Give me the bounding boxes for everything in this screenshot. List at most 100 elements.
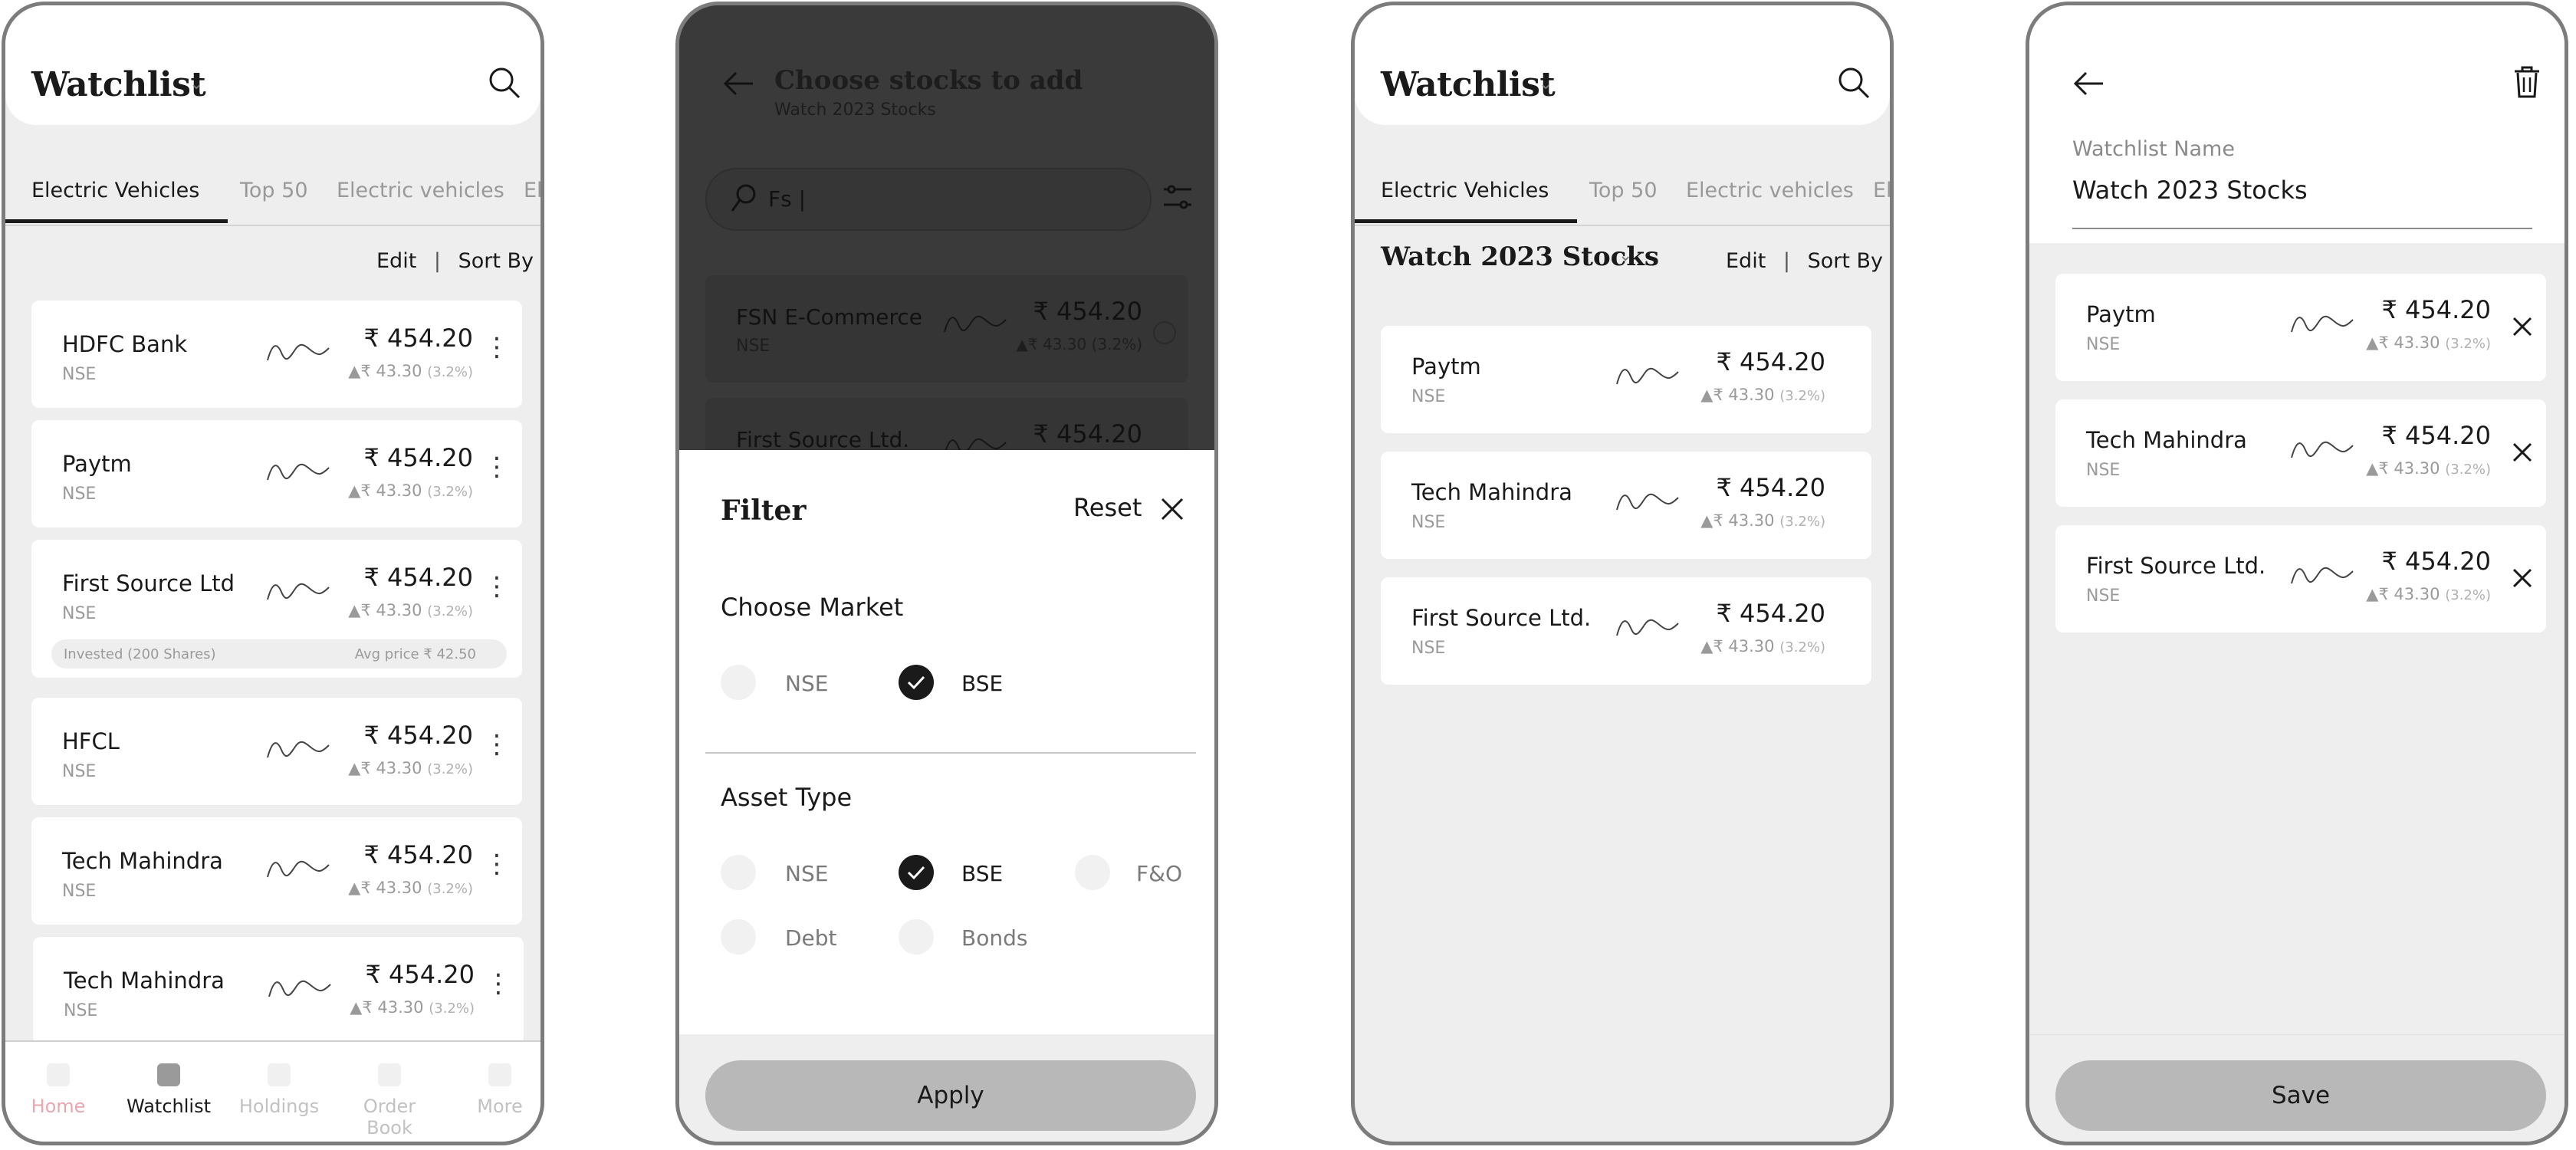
stock-change: ▲₹ 43.30 (3.2%) [1017,335,1143,353]
change-pct: (3.2%) [427,881,473,897]
edit-button[interactable]: Edit [1726,249,1766,273]
tab-indicator [5,219,228,223]
stock-name: FSN E-Commerce [736,304,923,330]
search-icon[interactable] [487,65,522,100]
tab-ele[interactable]: Ele [1873,179,1890,202]
sparkline-icon [268,980,331,997]
watchlist-icon [157,1063,180,1086]
radio-asset-bonds[interactable] [899,919,934,955]
sparkline-icon [267,860,330,878]
stock-exchange: NSE [62,485,97,504]
stock-change: ▲₹ 43.30 (3.2%) [348,759,473,777]
more-options-icon[interactable]: ⋮ [484,454,510,480]
stock-card[interactable]: Paytm NSE ₹ 454.20 ▲₹ 43.30 (3.2%) [1381,326,1871,433]
header: Watchlist ⌄ [5,5,540,125]
home-icon [47,1063,70,1086]
stock-card[interactable]: Tech Mahindra NSE ₹ 454.20 ▲₹ 43.30 (3.2… [33,937,524,1044]
watchlist-name[interactable]: Watch 2023 Stocks [1381,242,1659,272]
tab-electric-vehicles[interactable]: Electric Vehicles [1381,179,1549,202]
change-value: ▲₹ 43.30 [1700,386,1775,404]
chevron-down-icon[interactable]: ⌄ [1539,74,1552,94]
separator: | [1783,249,1790,273]
watchlist-name-field[interactable]: Watch 2023 Stocks [2072,176,2308,205]
remove-icon[interactable] [2512,568,2532,588]
sparkline-icon [267,343,330,361]
stock-name: Tech Mahindra [1411,479,1572,505]
remove-icon[interactable] [2512,442,2532,462]
change-value: ▲₹ 43.30 [2366,585,2440,603]
asset-heading: Asset Type [721,783,853,812]
radio-asset-nse[interactable] [721,855,756,890]
nav-holdings[interactable]: Holdings [229,1063,329,1117]
stock-change: ▲₹ 43.30 (3.2%) [348,362,473,380]
reset-button[interactable]: Reset [1073,493,1142,522]
tab-ele[interactable]: Ele [524,179,540,202]
more-options-icon[interactable]: ⋮ [485,971,511,997]
phone-filter: Choose stocks to add Watch 2023 Stocks F… [675,2,1218,1145]
stock-card[interactable]: Tech Mahindra NSE ₹ 454.20 ▲₹ 43.30 (3.2… [31,817,522,925]
nav-home[interactable]: Home [8,1063,108,1117]
stock-price: ₹ 454.20 [365,960,475,989]
stock-price: ₹ 454.20 [363,840,474,869]
stock-card[interactable]: HFCL NSE ₹ 454.20 ▲₹ 43.30 (3.2%) ⋮ [31,698,522,805]
nav-watchlist[interactable]: Watchlist [119,1063,219,1117]
back-arrow-icon[interactable] [2072,70,2106,97]
stock-card[interactable]: Tech Mahindra NSE ₹ 454.20 ▲₹ 43.30 (3.2… [1381,452,1871,559]
option-label: F&O [1136,861,1182,886]
stock-change: ▲₹ 43.30 (3.2%) [348,601,473,619]
order-book-icon [378,1063,401,1086]
delete-icon[interactable] [2512,65,2542,99]
more-options-icon[interactable]: ⋮ [484,334,510,360]
tab-electric-vehicles-2[interactable]: Electric vehicles [337,179,504,202]
filter-icon[interactable] [1161,182,1194,212]
stock-card[interactable]: Paytm NSE ₹ 454.20 ▲₹ 43.30 (3.2%) ⋮ [31,420,522,527]
radio-asset-fno[interactable] [1075,855,1110,890]
radio-market-bse[interactable] [899,665,934,700]
remove-icon[interactable] [2512,317,2532,337]
search-icon[interactable] [1836,65,1871,100]
radio-market-nse[interactable] [721,665,756,700]
tab-electric-vehicles[interactable]: Electric Vehicles [31,179,199,202]
more-options-icon[interactable]: ⋮ [484,731,510,757]
tab-top-50[interactable]: Top 50 [1589,179,1658,202]
stock-exchange: NSE [64,1001,98,1020]
close-icon[interactable] [1161,498,1184,521]
invested-shares: Invested (200 Shares) [64,646,216,662]
list-actions: Edit | Sort By [1726,249,1883,273]
stock-card[interactable]: First Source Ltd. NSE ₹ 454.20 ▲₹ 43.30 … [1381,577,1871,685]
stock-card[interactable]: First Source Ltd NSE ₹ 454.20 ▲₹ 43.30 (… [31,540,522,678]
sort-by-button[interactable]: Sort By [1808,249,1883,273]
option-label: BSE [961,671,1004,696]
apply-button[interactable]: Apply [705,1060,1196,1131]
stock-card[interactable]: First Source Ltd. NSE ₹ 454.20 ▲₹ 43.30 … [2055,525,2546,632]
option-label: NSE [785,861,829,886]
nav-order-book[interactable]: Order Book [340,1063,439,1138]
sparkline-icon [267,741,330,758]
more-options-icon[interactable]: ⋮ [484,851,510,877]
sparkline-icon [1616,619,1679,636]
nav-more[interactable]: More [450,1063,540,1117]
sort-by-button[interactable]: Sort By [458,249,534,273]
select-radio[interactable] [1153,321,1176,344]
radio-asset-bse[interactable] [899,855,934,890]
stock-change: ▲₹ 43.30 (3.2%) [1700,637,1825,656]
stock-card[interactable]: HDFC Bank NSE ₹ 454.20 ▲₹ 43.30 (3.2%) ⋮ [31,301,522,408]
checkmark-icon [907,866,925,880]
page-title: Watchlist [31,65,206,104]
list-actions: Edit | Sort By [376,249,534,273]
chevron-down-icon[interactable]: ⌄ [189,74,203,94]
search-input[interactable]: Fs | [705,168,1152,231]
tab-electric-vehicles-2[interactable]: Electric vehicles [1686,179,1854,202]
stock-card[interactable]: Tech Mahindra NSE ₹ 454.20 ▲₹ 43.30 (3.2… [2055,399,2546,507]
stock-exchange: NSE [736,337,770,356]
back-arrow-icon[interactable] [722,70,756,97]
change-pct: (3.2%) [429,1001,475,1017]
stock-card[interactable]: Paytm NSE ₹ 454.20 ▲₹ 43.30 (3.2%) [2055,274,2546,381]
save-button[interactable]: Save [2055,1060,2546,1131]
radio-asset-debt[interactable] [721,919,756,955]
change-value: ▲₹ 43.30 [2366,334,2440,352]
edit-button[interactable]: Edit [376,249,416,273]
more-options-icon[interactable]: ⋮ [484,573,510,600]
tab-top-50[interactable]: Top 50 [240,179,308,202]
chevron-down-icon[interactable]: ⌄ [1618,246,1632,265]
